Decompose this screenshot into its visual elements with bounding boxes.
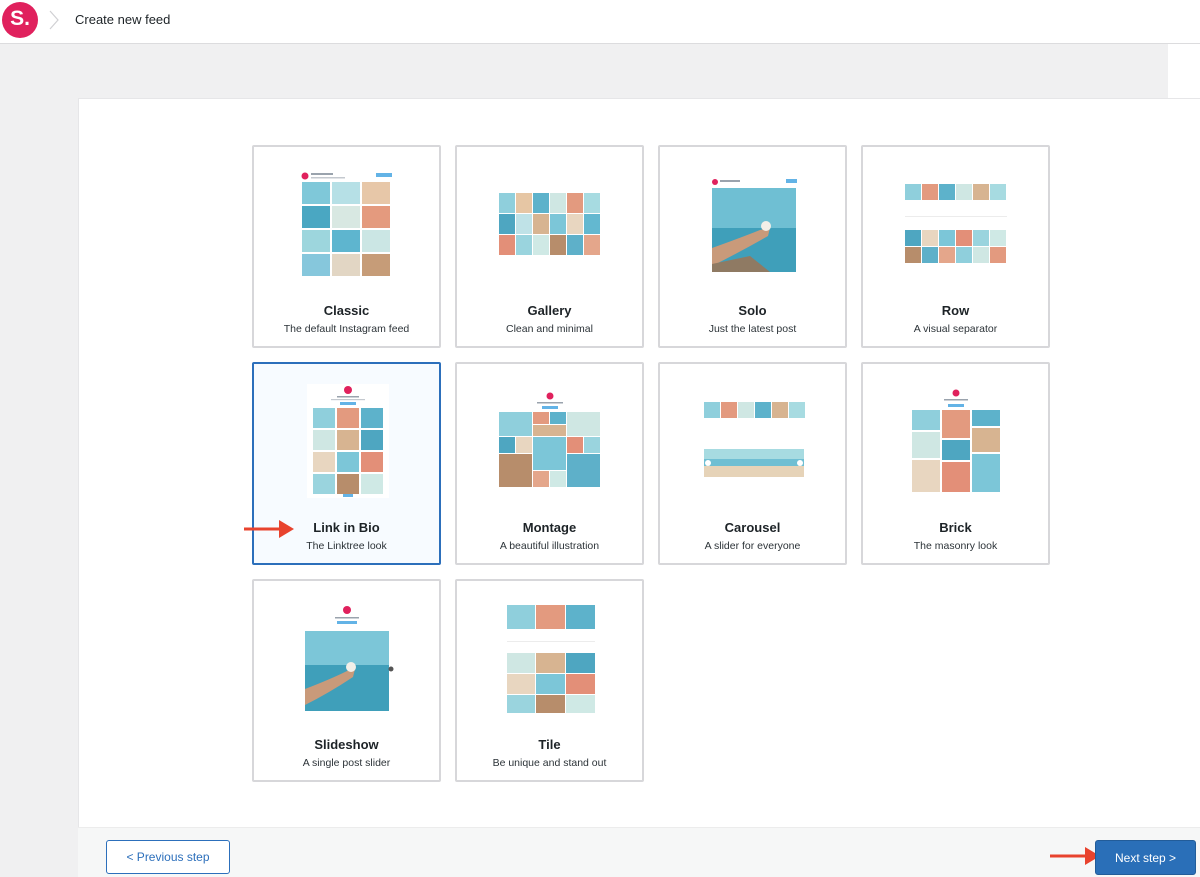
slideshow-preview-image bbox=[301, 605, 394, 713]
layout-card-classic[interactable]: Classic The default Instagram feed bbox=[252, 145, 441, 348]
layout-title: Carousel bbox=[724, 520, 781, 535]
previous-step-button[interactable]: < Previous step bbox=[106, 840, 230, 874]
layout-title: Montage bbox=[522, 520, 577, 535]
page-edge bbox=[1168, 44, 1200, 100]
carousel-preview-image bbox=[704, 402, 805, 477]
layout-description: Just the latest post bbox=[708, 323, 797, 335]
layout-description: A slider for everyone bbox=[704, 540, 801, 552]
layout-card-montage[interactable]: Montage A beautiful illustration bbox=[455, 362, 644, 565]
layout-title: Brick bbox=[939, 520, 972, 535]
layout-title: Tile bbox=[538, 737, 561, 752]
layout-card-carousel[interactable]: Carousel A slider for everyone bbox=[658, 362, 847, 565]
layout-description: A beautiful illustration bbox=[499, 540, 600, 552]
spotlight-logo[interactable]: S. bbox=[2, 2, 38, 38]
layout-title: Gallery bbox=[527, 303, 572, 318]
brick-preview-image bbox=[910, 388, 1002, 496]
layout-card-tile[interactable]: Tile Be unique and stand out bbox=[455, 579, 644, 782]
layout-title: Solo bbox=[738, 303, 767, 318]
layout-description: A single post slider bbox=[302, 757, 391, 769]
gallery-preview-image bbox=[499, 193, 600, 255]
layout-card-solo[interactable]: Solo Just the latest post bbox=[658, 145, 847, 348]
tile-preview-image bbox=[507, 605, 595, 713]
layout-card-slideshow[interactable]: Slideshow A single post slider bbox=[252, 579, 441, 782]
classic-preview-image bbox=[300, 171, 394, 279]
chevron-right-icon bbox=[49, 10, 59, 30]
layout-description: A visual separator bbox=[913, 323, 998, 335]
layout-card-gallery[interactable]: Gallery Clean and minimal bbox=[455, 145, 644, 348]
arrow-right-icon bbox=[1050, 847, 1100, 865]
wizard-footer bbox=[78, 827, 1200, 877]
top-bar: S. Create new feed bbox=[0, 0, 1200, 44]
layout-card-row[interactable]: Row A visual separator bbox=[861, 145, 1050, 348]
layout-description: The masonry look bbox=[913, 540, 998, 552]
breadcrumb: Create new feed bbox=[75, 12, 171, 27]
layout-card-brick[interactable]: Brick The masonry look bbox=[861, 362, 1050, 565]
layout-description: The default Instagram feed bbox=[283, 323, 410, 335]
montage-preview-image bbox=[499, 392, 601, 490]
layout-description: Be unique and stand out bbox=[492, 757, 607, 769]
layout-description: The Linktree look bbox=[306, 540, 387, 552]
layout-title: Row bbox=[941, 303, 970, 318]
layout-title: Classic bbox=[323, 303, 370, 318]
link-in-bio-preview-image bbox=[307, 384, 389, 498]
next-step-button[interactable]: Next step > bbox=[1095, 840, 1196, 875]
solo-preview-image bbox=[710, 178, 798, 272]
arrow-right-icon bbox=[244, 520, 294, 538]
layout-description: Clean and minimal bbox=[506, 323, 593, 335]
row-preview-image bbox=[905, 184, 1007, 263]
layout-title: Slideshow bbox=[314, 737, 379, 752]
